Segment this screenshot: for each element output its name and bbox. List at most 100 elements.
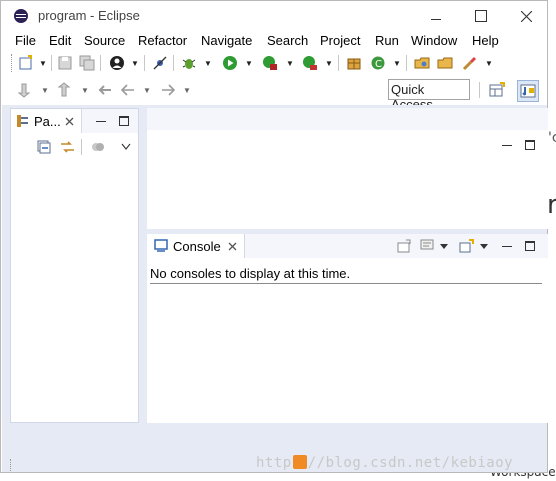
package-explorer-icon xyxy=(17,115,28,127)
close-icon xyxy=(520,10,532,22)
forward-dropdown-icon[interactable]: ▼ xyxy=(183,86,191,95)
menu-window[interactable]: Window xyxy=(411,33,457,48)
status-bar-grip xyxy=(10,459,14,471)
open-console-dropdown-icon[interactable] xyxy=(480,244,488,249)
toolbar-separator xyxy=(479,82,480,98)
forward-icon[interactable] xyxy=(160,82,176,98)
search-tool-icon[interactable] xyxy=(462,55,478,71)
coverage-icon[interactable] xyxy=(262,55,278,71)
profile-dropdown-icon[interactable]: ▼ xyxy=(131,59,139,68)
next-annotation-icon[interactable] xyxy=(18,82,34,98)
external-tools-icon[interactable] xyxy=(302,55,318,71)
eclipse-logo-icon xyxy=(14,9,28,23)
display-console-dropdown-icon[interactable] xyxy=(440,244,448,249)
menu-project[interactable]: Project xyxy=(320,33,360,48)
minimize-window-button[interactable] xyxy=(416,4,456,28)
maximize-editor-button[interactable] xyxy=(525,140,535,150)
console-divider xyxy=(150,283,542,284)
toolbar-grip xyxy=(11,54,15,72)
profile-icon[interactable] xyxy=(109,55,125,71)
menu-navigate[interactable]: Navigate xyxy=(201,33,252,48)
tab-package-explorer[interactable]: Pa... xyxy=(11,109,82,133)
console-icon xyxy=(154,239,168,252)
quick-access-field[interactable]: Quick Access xyxy=(388,79,470,112)
maximize-window-button[interactable] xyxy=(461,4,501,28)
link-with-editor-icon[interactable] xyxy=(60,140,75,154)
editor-area xyxy=(147,108,548,229)
menu-source[interactable]: Source xyxy=(84,33,125,48)
search-tool-dropdown-icon[interactable]: ▼ xyxy=(485,59,493,68)
previous-annotation-icon[interactable] xyxy=(58,82,74,98)
background-text-c: 'c xyxy=(548,130,556,146)
minimize-icon xyxy=(431,18,441,20)
new-class-dropdown-icon[interactable]: ▼ xyxy=(393,59,401,68)
display-selected-console-icon[interactable] xyxy=(420,239,434,253)
tab-label: Pa... xyxy=(34,114,61,129)
open-perspective-icon[interactable] xyxy=(489,82,505,98)
new-class-icon[interactable]: C xyxy=(370,55,386,71)
toolbar-separator xyxy=(100,55,101,71)
background-heading-r: r xyxy=(547,190,556,220)
menu-bar: File Edit Source Refactor Navigate Searc… xyxy=(1,31,547,51)
close-tab-icon[interactable] xyxy=(65,117,74,126)
view-toolbar-separator xyxy=(81,139,82,155)
close-window-button[interactable] xyxy=(506,4,546,28)
view-menu-icon[interactable] xyxy=(121,143,131,150)
menu-search[interactable]: Search xyxy=(267,33,308,48)
minimize-view-button[interactable] xyxy=(502,241,512,247)
debug-dropdown-icon[interactable]: ▼ xyxy=(204,59,212,68)
collapse-all-icon[interactable] xyxy=(37,140,51,154)
menu-run[interactable]: Run xyxy=(375,33,399,48)
external-tools-dropdown-icon[interactable]: ▼ xyxy=(325,59,333,68)
save-all-icon[interactable] xyxy=(79,55,95,71)
toolbar-separator xyxy=(51,55,52,71)
back-dropdown-icon[interactable]: ▼ xyxy=(143,86,151,95)
java-perspective-icon[interactable] xyxy=(517,80,539,102)
focus-active-task-icon[interactable] xyxy=(91,140,105,154)
run-dropdown-icon[interactable]: ▼ xyxy=(245,59,253,68)
maximize-view-button[interactable] xyxy=(119,116,129,126)
toolbar-separator xyxy=(338,55,339,71)
next-annotation-dropdown-icon[interactable]: ▼ xyxy=(41,86,49,95)
run-icon[interactable] xyxy=(222,55,238,71)
console-empty-message: No consoles to display at this time. xyxy=(150,266,351,281)
console-view: Console No consoles to display at this t… xyxy=(147,234,548,423)
console-tab-area: Console xyxy=(147,234,548,258)
workbench-area: Pa... Console No consoles to display at … xyxy=(2,105,548,472)
watermark-prefix: http xyxy=(256,455,292,471)
watermark-text: http //blog.csdn.net/kebiaoy xyxy=(256,455,513,471)
save-icon[interactable] xyxy=(57,55,73,71)
previous-annotation-dropdown-icon[interactable]: ▼ xyxy=(81,86,89,95)
toolbar-separator xyxy=(144,55,145,71)
package-explorer-tab-area: Pa... xyxy=(11,109,138,133)
skip-breakpoints-icon[interactable] xyxy=(152,55,168,71)
new-icon[interactable] xyxy=(18,55,34,71)
menu-refactor[interactable]: Refactor xyxy=(138,33,187,48)
menu-help[interactable]: Help xyxy=(472,33,499,48)
maximize-view-button[interactable] xyxy=(525,241,535,251)
toolbar-separator xyxy=(406,55,407,71)
rss-icon xyxy=(292,455,307,469)
new-dropdown-icon[interactable]: ▼ xyxy=(39,59,47,68)
menu-edit[interactable]: Edit xyxy=(49,33,71,48)
menu-file[interactable]: File xyxy=(15,33,36,48)
tab-console[interactable]: Console xyxy=(147,234,245,258)
minimize-editor-button[interactable] xyxy=(502,140,512,146)
minimize-view-button[interactable] xyxy=(96,116,106,122)
tab-label: Console xyxy=(173,239,221,254)
toolbar-separator xyxy=(173,55,174,71)
editor-area-header xyxy=(147,108,548,130)
debug-icon[interactable] xyxy=(181,55,197,71)
last-edit-location-icon[interactable] xyxy=(97,82,113,98)
back-icon[interactable] xyxy=(120,82,136,98)
close-tab-icon[interactable] xyxy=(228,242,237,251)
new-package-icon[interactable] xyxy=(346,55,362,71)
svg-text:C: C xyxy=(375,59,382,70)
title-bar: program - Eclipse xyxy=(1,1,547,31)
open-console-icon[interactable] xyxy=(459,239,474,253)
open-type-icon[interactable] xyxy=(414,55,430,71)
pin-console-icon[interactable] xyxy=(397,239,411,253)
open-task-icon[interactable] xyxy=(437,55,453,71)
window-title: program - Eclipse xyxy=(38,8,140,23)
coverage-dropdown-icon[interactable]: ▼ xyxy=(286,59,294,68)
